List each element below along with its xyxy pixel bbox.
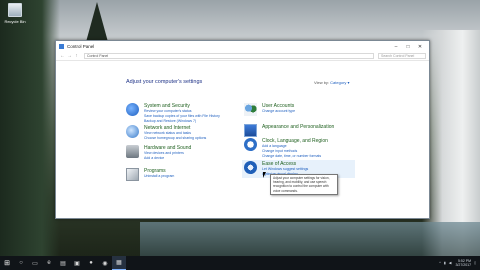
search-placeholder: Search Control Panel: [381, 54, 415, 58]
category-link[interactable]: Change date, time, or number formats: [262, 154, 328, 159]
category-title[interactable]: Appearance and Personalization: [262, 124, 334, 130]
clock-icon: [244, 138, 257, 151]
category-link[interactable]: Choose homegroup and sharing options: [144, 136, 206, 141]
firefox-icon[interactable]: ●: [84, 256, 98, 270]
category-link[interactable]: Change account type: [262, 109, 295, 114]
appearance-icon: [244, 124, 257, 137]
windows-icon[interactable]: ⊞: [0, 256, 14, 270]
task-view-icon[interactable]: ▭: [28, 256, 42, 270]
page-title: Adjust your computer's settings: [126, 79, 203, 85]
view-by-label: View by:: [314, 80, 330, 85]
control-panel-icon: [59, 44, 64, 49]
title-bar[interactable]: Control Panel – □ ✕: [56, 41, 429, 52]
minimize-button[interactable]: –: [390, 44, 402, 50]
clock[interactable]: 5:52 PM 3/27/2017: [455, 259, 471, 267]
desktop-icon-recycle-bin[interactable]: Recycle Bin: [4, 3, 26, 24]
recycle-bin-label: Recycle Bin: [4, 19, 26, 24]
control-panel-window: Control Panel – □ ✕ ← → ↑ Control Panel …: [55, 40, 430, 219]
category-user-accounts[interactable]: User Accounts Change account type: [244, 103, 295, 116]
address-row: ← → ↑ Control Panel Search Control Panel: [56, 52, 429, 61]
search-input[interactable]: Search Control Panel: [378, 53, 426, 59]
volume-icon[interactable]: ◀: [449, 261, 452, 265]
recycle-bin-icon: [8, 3, 22, 17]
store-icon[interactable]: ▣: [70, 256, 84, 270]
up-button[interactable]: ↑: [73, 53, 80, 59]
category-link[interactable]: Add a device: [144, 156, 191, 161]
globe-icon: [126, 125, 139, 138]
wallpaper-lake: [140, 222, 480, 256]
category-link[interactable]: Backup and Restore (Windows 7): [144, 119, 220, 124]
view-by-control[interactable]: View by: Category ▾: [314, 80, 350, 85]
back-button[interactable]: ←: [59, 53, 66, 59]
edge-icon[interactable]: e: [42, 256, 56, 270]
category-clock-language-region[interactable]: Clock, Language, and Region Add a langua…: [244, 138, 328, 159]
control-panel-icon[interactable]: ▦: [112, 256, 126, 270]
category-programs[interactable]: Programs Uninstall a program: [126, 168, 174, 181]
chevron-up-icon[interactable]: ^: [439, 261, 441, 265]
system-tray: ^ ▮ ◀ 5:52 PM 3/27/2017 ▯: [436, 259, 480, 267]
view-by-dropdown[interactable]: Category ▾: [330, 80, 349, 85]
taskbar: ⊞ ○ ▭ e ▤ ▣ ● ◉ ▦ ^ ▮ ◀ 5:52 PM 3/27/201…: [0, 256, 480, 270]
explorer-icon[interactable]: ▤: [56, 256, 70, 270]
category-network-and-internet[interactable]: Network and Internet View network status…: [126, 125, 206, 141]
maximize-button[interactable]: □: [402, 44, 414, 50]
close-button[interactable]: ✕: [414, 44, 426, 50]
address-bar[interactable]: Control Panel: [84, 53, 374, 59]
ease-of-access-icon: [244, 161, 257, 174]
printer-icon: [126, 145, 139, 158]
category-hardware-and-sound[interactable]: Hardware and Sound View devices and prin…: [126, 145, 191, 161]
content-area: Adjust your computer's settings View by:…: [56, 61, 429, 219]
forward-button[interactable]: →: [66, 53, 73, 59]
tooltip: Adjust your computer settings for vision…: [270, 174, 338, 195]
shield-icon: [126, 103, 139, 116]
clock-date: 3/27/2017: [455, 263, 472, 267]
chrome-icon[interactable]: ◉: [98, 256, 112, 270]
category-system-and-security[interactable]: System and Security Review your computer…: [126, 103, 220, 124]
wallpaper-pine-tree: [86, 2, 108, 42]
users-icon: [244, 103, 257, 116]
network-icon[interactable]: ▮: [444, 261, 446, 265]
wallpaper-tree-foliage: [0, 0, 60, 256]
notification-icon[interactable]: ▯: [474, 261, 476, 265]
search-icon[interactable]: ○: [14, 256, 28, 270]
mouse-cursor-icon: [263, 172, 269, 178]
category-link[interactable]: Uninstall a program: [144, 174, 174, 179]
window-title: Control Panel: [67, 44, 95, 49]
programs-icon: [126, 168, 139, 181]
address-text: Control Panel: [87, 54, 109, 58]
category-appearance-and-personalization[interactable]: Appearance and Personalization: [244, 124, 334, 137]
